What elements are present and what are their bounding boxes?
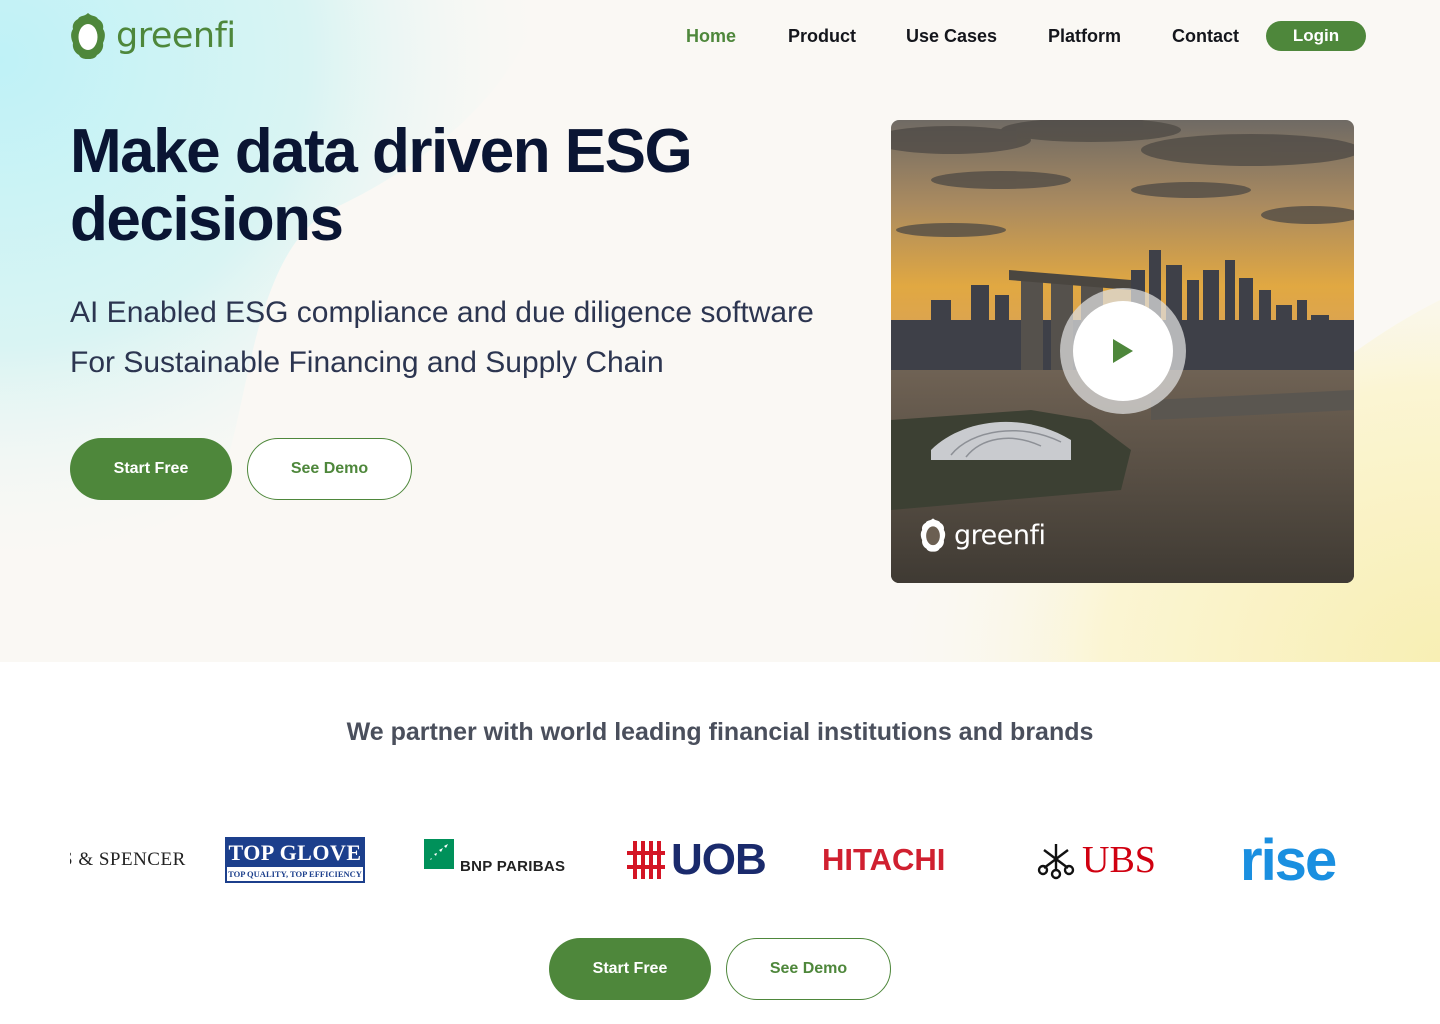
uob-wordmark: UOB [671, 835, 767, 884]
hero-title: Make data driven ESG decisions [70, 117, 693, 254]
hero-subtitle: AI Enabled ESG compliance and due dilige… [70, 296, 814, 379]
bnp-paribas-wordmark: BNP PARIBAS [460, 857, 566, 875]
login-button[interactable]: Login [1266, 21, 1366, 51]
top-glove-wordmark: TOP GLOVE [227, 839, 363, 867]
hero-see-demo-button[interactable]: See Demo [247, 438, 412, 500]
ubs-logo: UBS [1036, 820, 1156, 900]
video-watermark: greenfi [920, 516, 1046, 554]
marks-spencer-logo: S & SPENCER [70, 849, 186, 870]
partners-heading: We partner with world leading financial … [346, 718, 1094, 746]
hitachi-logo: HITACHI [822, 842, 946, 877]
bnp-stars-icon [424, 839, 454, 869]
site-header: greenfi Home Product Use Cases Platform … [0, 0, 1440, 72]
ubs-wordmark: UBS [1082, 839, 1156, 881]
nav-item-platform[interactable]: Platform [1048, 20, 1121, 52]
hero-section: greenfi Home Product Use Cases Platform … [0, 0, 1440, 662]
main-nav: Home Product Use Cases Platform Contact [0, 20, 1440, 52]
video-watermark-text: greenfi [954, 519, 1046, 551]
nav-item-contact[interactable]: Contact [1172, 20, 1239, 52]
nav-item-use-cases[interactable]: Use Cases [906, 20, 997, 52]
partners-see-demo-button[interactable]: See Demo [726, 938, 891, 1000]
top-glove-logo: TOP GLOVE TOP QUALITY, TOP EFFICIENCY [225, 837, 365, 883]
uob-logo: UOB [627, 820, 767, 900]
ubs-keys-icon [1037, 844, 1075, 880]
hero-video[interactable]: greenfi [891, 120, 1354, 583]
nav-item-product[interactable]: Product [788, 20, 856, 52]
top-glove-tagline: TOP QUALITY, TOP EFFICIENCY [227, 867, 363, 881]
greenfi-watermark-icon [920, 518, 946, 552]
partners-start-free-button[interactable]: Start Free [549, 938, 711, 1000]
rise-logo: rise [1240, 827, 1337, 893]
play-icon [1113, 339, 1133, 363]
uob-mark-icon [627, 841, 665, 879]
partner-logos: S & SPENCER TOP GLOVE TOP QUALITY, TOP E… [70, 820, 1370, 900]
hero-start-free-button[interactable]: Start Free [70, 438, 232, 500]
bnp-paribas-logo: BNP PARIBAS [424, 820, 565, 900]
nav-item-home[interactable]: Home [686, 20, 736, 52]
